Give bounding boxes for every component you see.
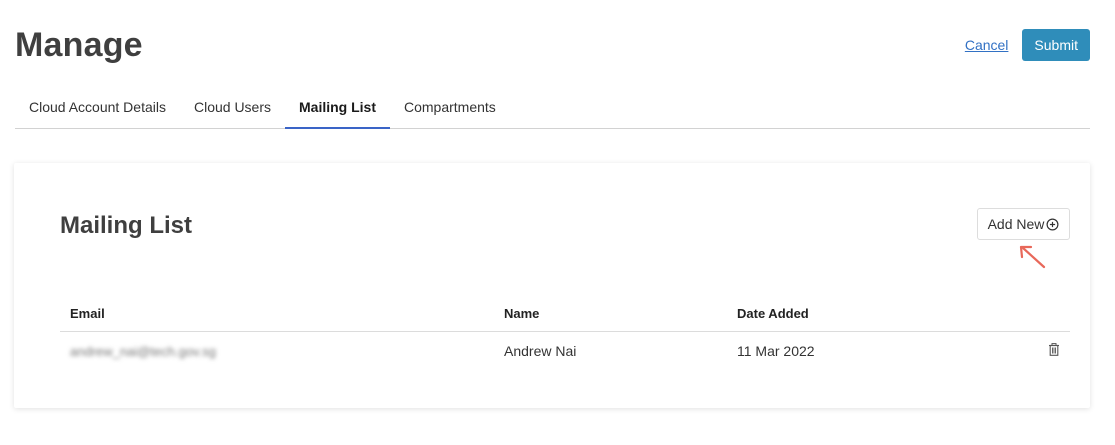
tab-cloud-account-details[interactable]: Cloud Account Details [15,87,180,128]
manage-page: Manage Cancel Submit Cloud Account Detai… [0,0,1115,445]
date-added-cell: 11 Mar 2022 [737,343,815,359]
submit-button[interactable]: Submit [1022,29,1090,61]
tab-mailing-list[interactable]: Mailing List [285,87,390,129]
tab-compartments[interactable]: Compartments [390,87,510,128]
annotation-arrow-icon [1019,245,1046,269]
table-header-row: Email Name Date Added [60,295,1070,332]
email-value: andrew_nai@tech.gov.sg [70,344,216,359]
name-cell: Andrew Nai [504,343,577,359]
tab-bar: Cloud Account Details Cloud Users Mailin… [15,87,1090,129]
page-title: Manage [15,26,143,64]
tab-cloud-users[interactable]: Cloud Users [180,87,285,128]
card-title: Mailing List [60,212,192,239]
email-cell: andrew_nai@tech.gov.sg [60,343,504,359]
add-new-label: Add New [987,216,1045,232]
column-header-email: Email [70,305,105,321]
table-row: andrew_nai@tech.gov.sg Andrew Nai 11 Mar… [60,332,1070,370]
column-header-date-added: Date Added [737,305,809,321]
action-cell [1027,343,1070,359]
plus-circle-icon [1046,218,1059,230]
cancel-link[interactable]: Cancel [965,30,1009,60]
header-actions: Cancel Submit [965,29,1090,61]
mailing-list-card: Mailing List Add New Email Name Date Add… [14,163,1090,408]
mailing-list-table: Email Name Date Added andrew_nai@tech.go… [60,295,1070,370]
column-header-name: Name [504,305,540,321]
trash-icon[interactable] [1048,343,1060,356]
add-new-button[interactable]: Add New [977,208,1070,240]
